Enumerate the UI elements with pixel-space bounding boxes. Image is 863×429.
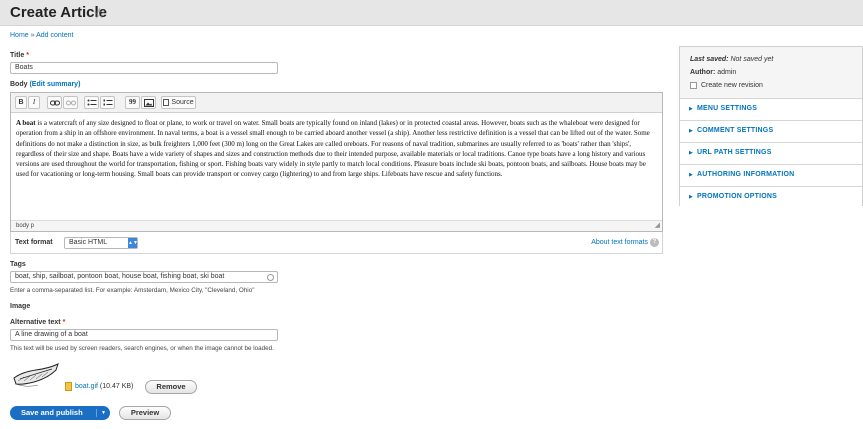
- required-marker: *: [26, 52, 29, 59]
- alt-text-input[interactable]: A line drawing of a boat: [10, 329, 278, 341]
- section-label: PROMOTION OPTIONS: [697, 193, 778, 200]
- title-input[interactable]: Boats: [10, 62, 278, 74]
- create-revision-label[interactable]: Create new revision: [701, 82, 763, 89]
- body-content[interactable]: A boat is a watercraft of any size desig…: [16, 118, 656, 180]
- edit-summary-link[interactable]: (Edit summary): [29, 81, 80, 88]
- source-label: Source: [171, 99, 194, 106]
- tags-label: Tags: [10, 261, 26, 268]
- breadcrumb-add-content[interactable]: Add content: [36, 32, 73, 39]
- select-arrows-icon: ▲▼: [128, 238, 138, 248]
- breadcrumb-separator: »: [30, 32, 35, 39]
- url-path-settings-section[interactable]: ▶ URL PATH SETTINGS: [680, 142, 862, 164]
- split-divider: [96, 409, 97, 417]
- chevron-right-icon: ▶: [689, 150, 693, 156]
- text-format-label: Text format: [15, 239, 53, 246]
- alt-text-label: Alternative text *: [10, 319, 65, 326]
- section-label: COMMENT SETTINGS: [697, 127, 774, 134]
- help-icon[interactable]: ?: [650, 238, 659, 247]
- image-icon[interactable]: [141, 96, 156, 109]
- editor-toolbar: B I 99 Source: [11, 93, 662, 113]
- tags-description: Enter a comma-separated list. For exampl…: [10, 287, 255, 294]
- section-label: AUTHORING INFORMATION: [697, 171, 795, 178]
- body-content-lead: A boat: [16, 119, 36, 127]
- editor-path-bar: body p ◢: [11, 220, 662, 231]
- file-size: (10.47 KB): [99, 383, 134, 390]
- tags-input[interactable]: boat, ship, sailboat, pontoon boat, hous…: [10, 271, 278, 283]
- element-path[interactable]: body p: [16, 223, 34, 229]
- title-label-text: Title: [10, 52, 25, 59]
- chevron-right-icon: ▶: [689, 128, 693, 134]
- menu-settings-section[interactable]: ▶ MENU SETTINGS: [680, 98, 862, 120]
- chevron-right-icon: ▶: [689, 194, 693, 200]
- alt-text-label-text: Alternative text: [10, 319, 61, 326]
- body-content-text: is a watercraft of any size designed to …: [16, 119, 650, 179]
- last-saved-value: Not saved yet: [730, 56, 774, 63]
- body-label-text: Body: [10, 81, 28, 88]
- link-icon[interactable]: [47, 96, 62, 109]
- star-icon[interactable]: ☆: [93, 4, 106, 22]
- breadcrumb: Home » Add content: [10, 32, 73, 39]
- last-saved: Last saved: Not saved yet: [690, 56, 773, 63]
- required-marker: *: [62, 319, 66, 326]
- authoring-information-section[interactable]: ▶ AUTHORING INFORMATION: [680, 164, 862, 186]
- blockquote-icon[interactable]: 99: [125, 96, 140, 109]
- source-button[interactable]: Source: [161, 96, 196, 109]
- numbered-list-icon[interactable]: [100, 96, 115, 109]
- about-text-formats-link[interactable]: About text formats: [591, 239, 648, 246]
- caret-down-icon[interactable]: ▼: [101, 406, 106, 420]
- promotion-options-section[interactable]: ▶ PROMOTION OPTIONS: [680, 186, 862, 208]
- save-label: Save and publish: [21, 408, 83, 417]
- chevron-right-icon: ▶: [689, 172, 693, 178]
- meta-sidebar: Last saved: Not saved yet Author: admin …: [679, 46, 863, 208]
- save-and-publish-button[interactable]: Save and publish ▼: [10, 406, 110, 420]
- title-label: Title *: [10, 52, 29, 59]
- italic-icon[interactable]: I: [28, 96, 40, 109]
- preview-button[interactable]: Preview: [119, 406, 171, 420]
- body-label: Body (Edit summary): [10, 81, 80, 88]
- breadcrumb-home[interactable]: Home: [10, 32, 29, 39]
- file-icon: [65, 382, 72, 391]
- page-header: Create Article ☆: [0, 0, 863, 26]
- author-label: Author:: [690, 69, 716, 76]
- text-format-row: Text format Basic HTML ▲▼ About text for…: [10, 232, 663, 254]
- section-label: URL PATH SETTINGS: [697, 149, 772, 156]
- create-revision-checkbox[interactable]: [690, 82, 697, 89]
- file-name[interactable]: boat.gif: [75, 383, 98, 390]
- boat-thumbnail: [13, 363, 59, 387]
- body-editor[interactable]: B I 99 Source A boat is a watercraft of …: [10, 92, 663, 232]
- bold-icon[interactable]: B: [15, 96, 27, 109]
- unlink-icon[interactable]: [63, 96, 78, 109]
- file-link[interactable]: boat.gif (10.47 KB): [75, 383, 133, 390]
- chevron-right-icon: ▶: [689, 106, 693, 112]
- remove-button[interactable]: Remove: [145, 380, 197, 394]
- resize-icon[interactable]: ◢: [655, 221, 660, 231]
- last-saved-label: Last saved:: [690, 56, 729, 63]
- bulleted-list-icon[interactable]: [84, 96, 99, 109]
- source-icon: [163, 98, 170, 106]
- text-format-select[interactable]: Basic HTML ▲▼: [64, 237, 138, 249]
- author: Author: admin: [690, 69, 736, 76]
- autocomplete-icon: [267, 274, 274, 281]
- section-label: MENU SETTINGS: [697, 105, 758, 112]
- tags-value: boat, ship, sailboat, pontoon boat, hous…: [15, 273, 225, 280]
- alt-text-description: This text will be used by screen readers…: [10, 345, 274, 352]
- text-format-value: Basic HTML: [69, 239, 108, 246]
- author-value: admin: [717, 69, 737, 76]
- image-label: Image: [10, 303, 31, 310]
- comment-settings-section[interactable]: ▶ COMMENT SETTINGS: [680, 120, 862, 142]
